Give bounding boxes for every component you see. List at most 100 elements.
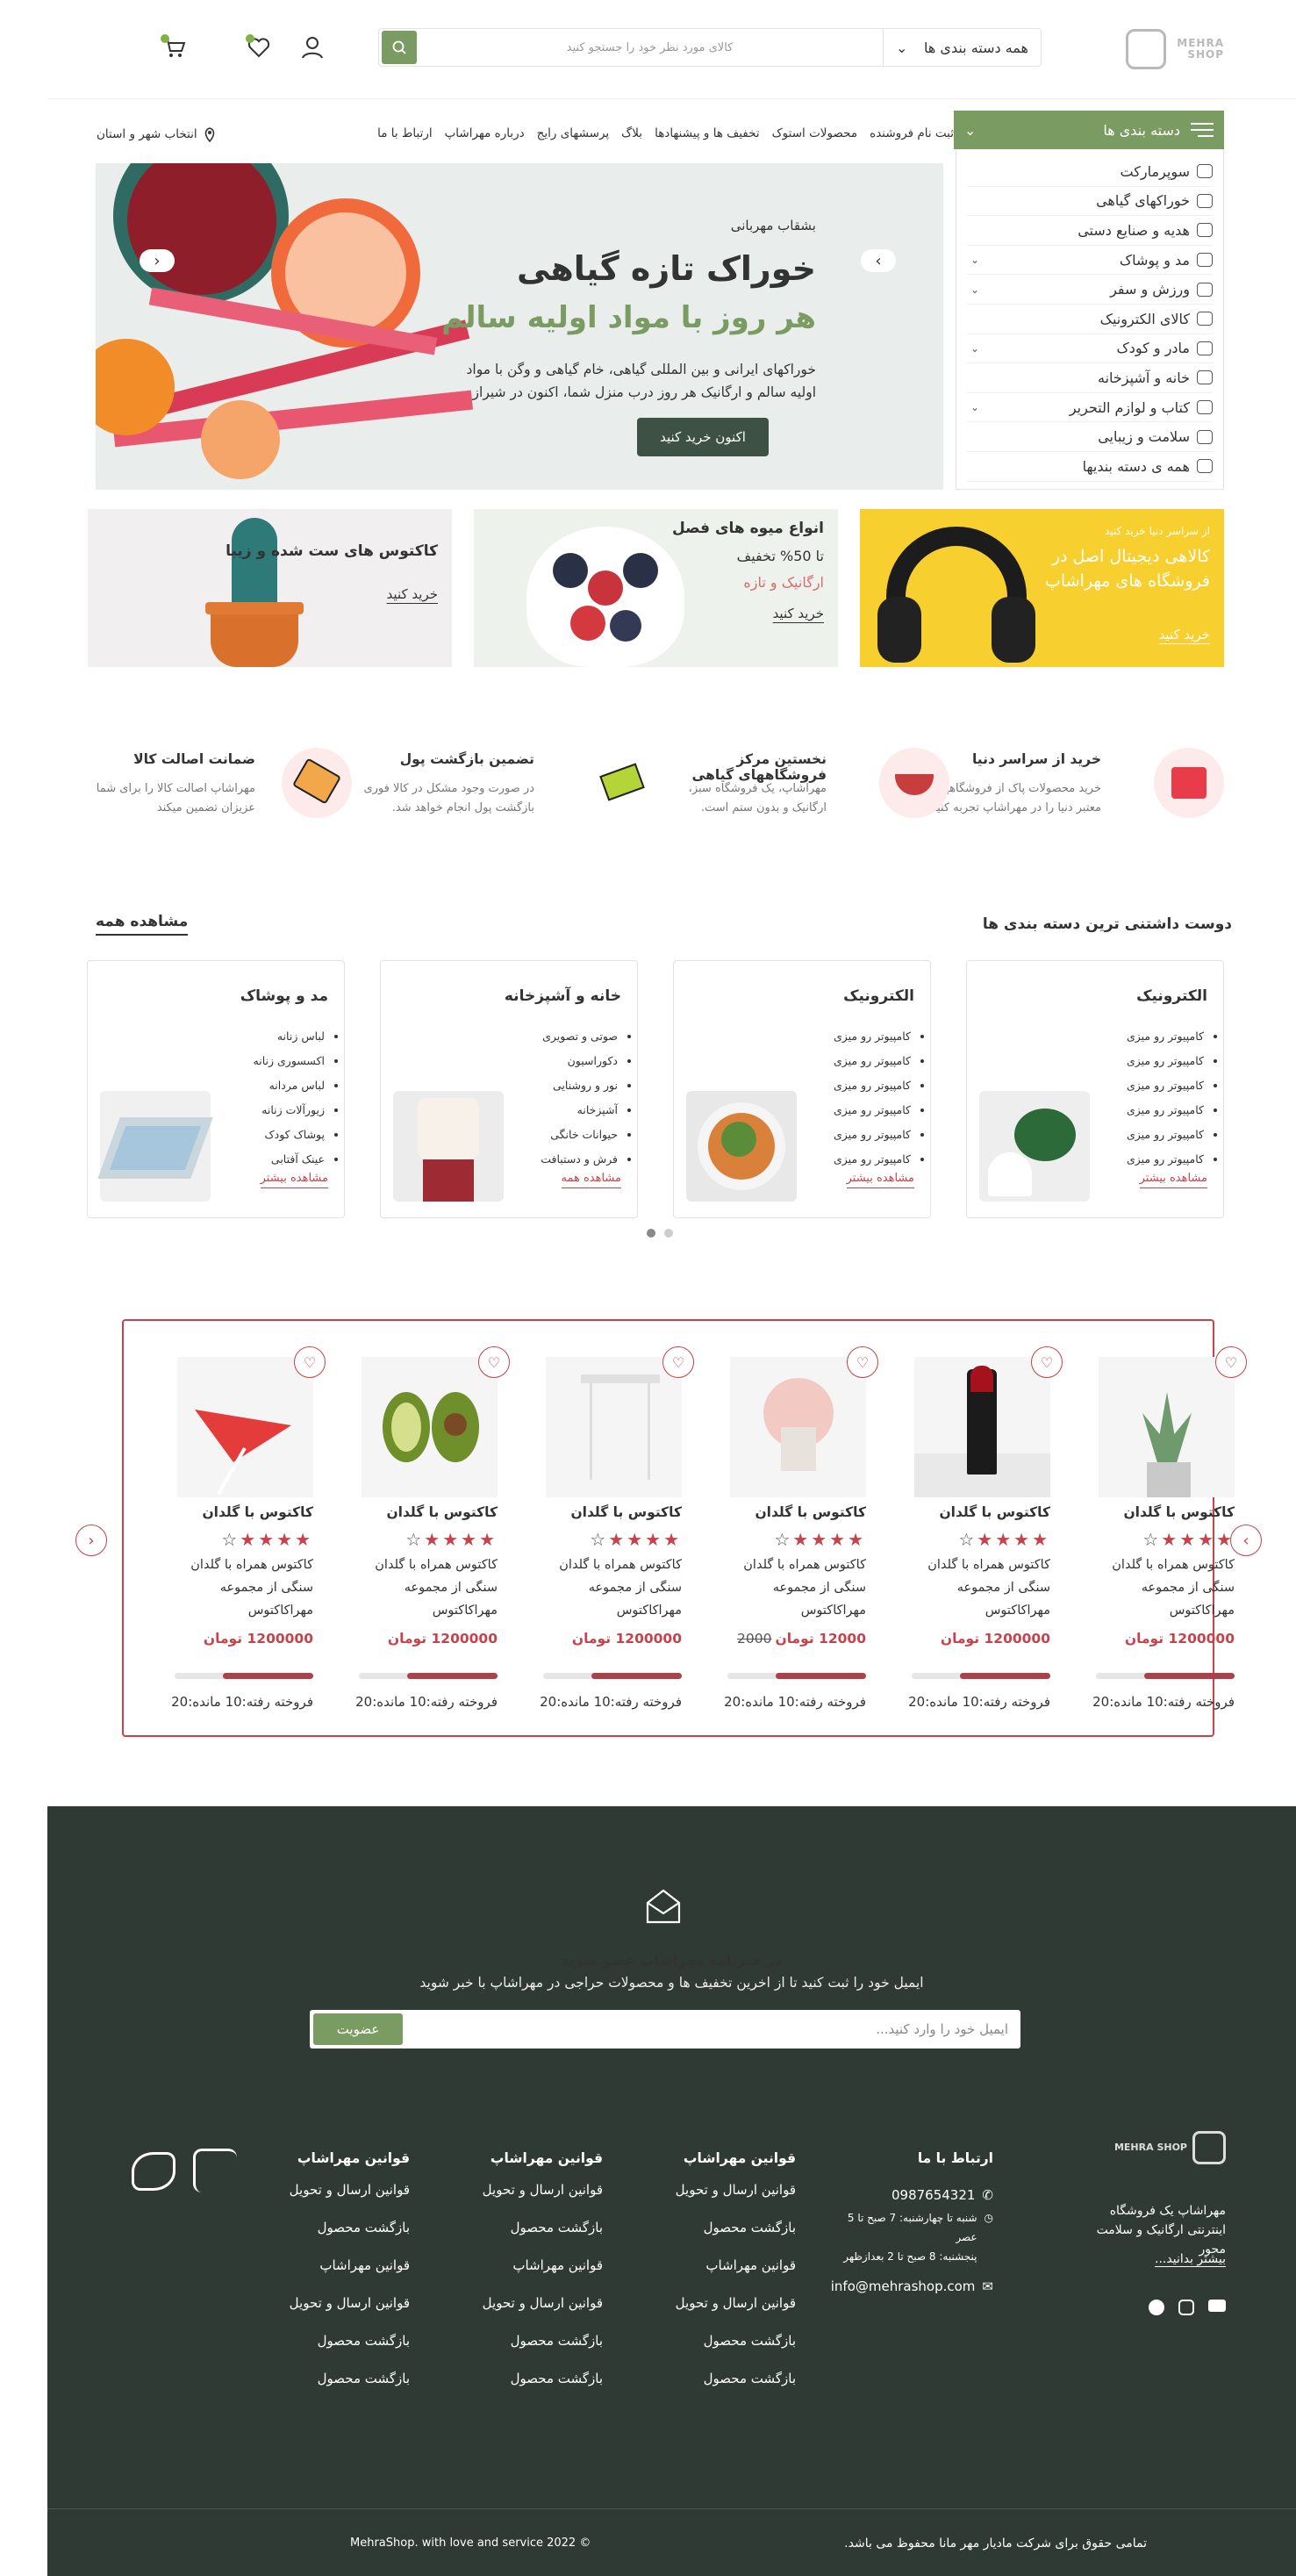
category-card[interactable]: مد و پوشاک لباس زنانه اکسسوری زنانه لباس… [87, 960, 345, 1218]
carousel-dot[interactable] [647, 1229, 655, 1238]
nav-item[interactable]: ثبت نام فروشنده [870, 126, 954, 140]
footer-link[interactable]: قوانین ارسال و تحویل [454, 2295, 603, 2333]
footer-link[interactable]: قوانین مهراشاپ [261, 2257, 410, 2295]
footer-more-link[interactable]: بیشتر بدانید... [1155, 2252, 1226, 2267]
category-menu-item[interactable]: سوپرمارکت [967, 157, 1213, 187]
heart-icon[interactable]: ♡ [478, 1346, 510, 1378]
heart-icon[interactable]: ♡ [847, 1346, 878, 1378]
category-menu-item[interactable]: همه ی دسته بندیها [967, 452, 1213, 482]
footer-link[interactable]: قوانین ارسال و تحویل [261, 2295, 410, 2333]
footer-link[interactable]: بازگشت محصول [261, 2220, 410, 2257]
view-all-link[interactable]: مشاهده همه [96, 913, 189, 936]
category-more-link[interactable]: مشاهده بیشتر [1139, 1172, 1207, 1188]
deals-prev-button[interactable]: ‹ [75, 1525, 107, 1556]
product-card[interactable]: ♡ کاکتوس با گلدان ★★★★☆ کاکتوس همراه با گلد… [1092, 1343, 1247, 1729]
carousel-dot[interactable] [664, 1229, 673, 1238]
nav-item[interactable]: درباره مهراشاپ [445, 126, 525, 140]
promo-banner-fruits[interactable]: انواع میوه های فصل تا 50% تخفیف ارگانیک … [474, 509, 838, 667]
footer-link[interactable]: قوانین مهراشاپ [647, 2257, 796, 2295]
product-card[interactable]: ♡ کاکتوس با گلدان ★★★★☆ کاکتوس همراه با گلد… [724, 1343, 878, 1729]
category-link[interactable]: عینک آفتابی [254, 1147, 325, 1172]
category-link[interactable]: کامپیوتر رو میزی [1127, 1098, 1204, 1123]
hero-next-button[interactable]: › [861, 249, 896, 272]
cart-button[interactable] [159, 32, 189, 62]
facebook-icon[interactable] [1149, 2300, 1164, 2315]
wishlist-button[interactable] [244, 32, 274, 62]
footer-link[interactable]: بازگشت محصول [647, 2371, 796, 2408]
category-menu-item[interactable]: مد و پوشاک ⌄ [967, 246, 1213, 276]
newsletter-submit-button[interactable]: عضویت [313, 2013, 403, 2045]
footer-email[interactable]: ✉ info@mehrashop.com [827, 2278, 993, 2294]
product-card[interactable]: ♡ کاکتوس با گلدان ★★★★☆ کاکتوس همراه با گلد… [171, 1343, 326, 1729]
category-link[interactable]: کامپیوتر رو میزی [1127, 1123, 1204, 1147]
footer-phone[interactable]: ✆ 0987654321 [827, 2182, 993, 2208]
category-menu-item[interactable]: کتاب و لوازم التحریر ⌄ [967, 393, 1213, 423]
category-link[interactable]: دکوراسیون [541, 1049, 618, 1073]
site-logo[interactable]: MEHRA SHOP [1110, 23, 1224, 75]
user-account-button[interactable] [297, 32, 327, 62]
nav-item[interactable]: تخفیف ها و پیشنهادها [655, 126, 760, 140]
footer-link[interactable]: بازگشت محصول [647, 2220, 796, 2257]
trust-badges[interactable] [132, 2149, 272, 2201]
product-card[interactable]: ♡ کاکتوس با گلدان ★★★★☆ کاکتوس همراه با گلد… [540, 1343, 694, 1729]
category-menu-item[interactable]: ورزش و سفر ⌄ [967, 275, 1213, 305]
category-link[interactable]: کامپیوتر رو میزی [834, 1098, 911, 1123]
category-card[interactable]: خانه و آشپزخانه صوتی و تصویری دکوراسیون … [380, 960, 638, 1218]
promo-buy-link[interactable]: خرید کنید [387, 586, 438, 602]
category-link[interactable]: آشپزخانه [541, 1098, 618, 1123]
category-link[interactable]: پوشاک کودک [254, 1123, 325, 1147]
category-link[interactable]: حیوانات خانگی [541, 1123, 618, 1147]
category-link[interactable]: کامپیوتر رو میزی [834, 1024, 911, 1049]
hero-cta-button[interactable]: اکنون خرید کنید [637, 418, 769, 456]
heart-icon[interactable]: ♡ [662, 1346, 694, 1378]
category-link[interactable]: لباس مردانه [254, 1073, 325, 1098]
heart-icon[interactable]: ♡ [1215, 1346, 1247, 1378]
category-menu-item[interactable]: خانه و آشپزخانه [967, 363, 1213, 393]
category-link[interactable]: کامپیوتر رو میزی [834, 1073, 911, 1098]
category-link[interactable]: کامپیوتر رو میزی [1127, 1073, 1204, 1098]
instagram-icon[interactable] [1178, 2300, 1194, 2315]
category-more-link[interactable]: مشاهده بیشتر [846, 1172, 914, 1188]
category-link[interactable]: صوتی و تصویری [541, 1024, 618, 1049]
promo-banner-digital[interactable]: از سراسر دنیا خرید کنید کالاهی دیجیتال ا… [860, 509, 1224, 667]
category-link[interactable]: لباس زنانه [254, 1024, 325, 1049]
promo-buy-link[interactable]: خرید کنید [1159, 627, 1210, 642]
search-button[interactable] [382, 31, 417, 64]
category-menu-item[interactable]: سلامت و زیبایی [967, 422, 1213, 452]
category-link[interactable]: کامپیوتر رو میزی [834, 1049, 911, 1073]
youtube-icon[interactable] [1208, 2300, 1226, 2312]
newsletter-email-input[interactable]: ایمیل خود را وارد کنید... [876, 2021, 1017, 2037]
footer-link[interactable]: قوانین مهراشاپ [454, 2257, 603, 2295]
category-card[interactable]: الکترونیک کامپیوتر رو میزی کامپیوتر رو م… [673, 960, 931, 1218]
category-link[interactable]: کامپیوتر رو میزی [834, 1147, 911, 1172]
footer-link[interactable]: بازگشت محصول [261, 2333, 410, 2371]
search-category-select[interactable]: همه دسته بندی ها ⌄ [883, 29, 1041, 66]
category-link[interactable]: اکسسوری زنانه [254, 1049, 325, 1073]
category-menu-item[interactable]: خوراکهای گیاهی [967, 187, 1213, 217]
category-menu-item[interactable]: کالای الکترونیک [967, 305, 1213, 334]
category-more-link[interactable]: مشاهده همه [561, 1172, 621, 1188]
promo-buy-link[interactable]: خرید کنید [773, 606, 824, 621]
footer-link[interactable]: قوانین ارسال و تحویل [647, 2182, 796, 2220]
category-card[interactable]: الکترونیک کامپیوتر رو میزی کامپیوتر رو م… [966, 960, 1224, 1218]
category-more-link[interactable]: مشاهده بیشتر [260, 1172, 328, 1188]
category-link[interactable]: کامپیوتر رو میزی [1127, 1049, 1204, 1073]
nav-item[interactable]: بلاگ [621, 126, 642, 140]
nav-item[interactable]: محصولات استوک [772, 126, 858, 140]
footer-link[interactable]: قوانین ارسال و تحویل [261, 2182, 410, 2220]
footer-link[interactable]: بازگشت محصول [647, 2333, 796, 2371]
heart-icon[interactable]: ♡ [294, 1346, 326, 1378]
category-menu-item[interactable]: مادر و کودک ⌄ [967, 334, 1213, 364]
footer-link[interactable]: قوانین ارسال و تحویل [454, 2182, 603, 2220]
promo-banner-cactus[interactable]: کاکتوس های ست شده و زیبا خرید کنید [88, 509, 452, 667]
category-link[interactable]: فرش و دستبافت [541, 1147, 618, 1172]
footer-link[interactable]: بازگشت محصول [454, 2371, 603, 2408]
hero-prev-button[interactable]: ‹ [140, 249, 175, 272]
category-link[interactable]: کامپیوتر رو میزی [1127, 1147, 1204, 1172]
search-input[interactable]: کالای مورد نظر خود را جستجو کنید [417, 29, 883, 66]
nav-item[interactable]: ارتباط با ما [377, 126, 433, 140]
product-card[interactable]: ♡ کاکتوس با گلدان ★★★★☆ کاکتوس همراه با گلد… [908, 1343, 1063, 1729]
footer-link[interactable]: قوانین ارسال و تحویل [647, 2295, 796, 2333]
category-menu-header[interactable]: دسته بندی ها ⌄ [954, 111, 1224, 149]
category-link[interactable]: نور و روشنایی [541, 1073, 618, 1098]
